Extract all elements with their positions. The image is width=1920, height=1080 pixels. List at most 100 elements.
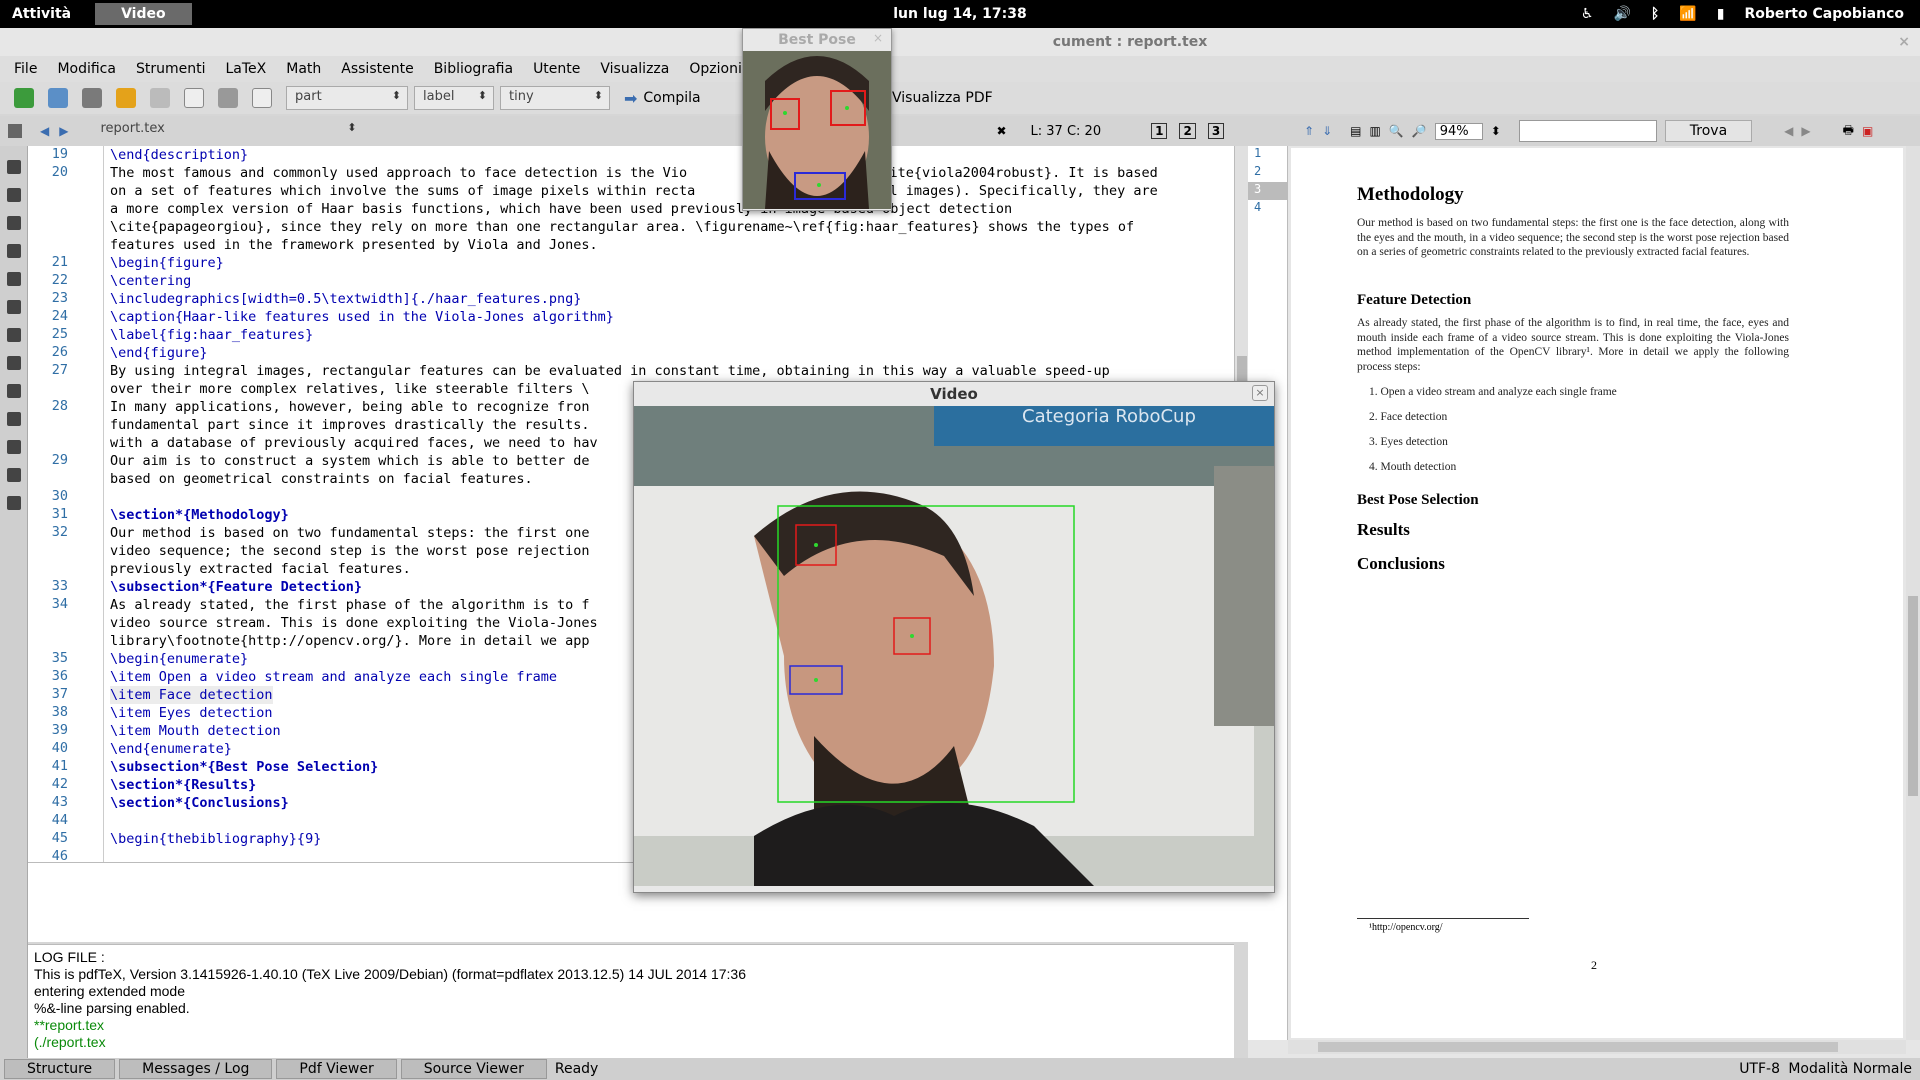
compile-button[interactable]: Compila <box>643 90 700 106</box>
menu-utente[interactable]: Utente <box>533 61 580 77</box>
code-line[interactable]: \subsection*{Best Pose Selection} <box>110 758 378 776</box>
activities-button[interactable]: Attività <box>0 6 87 22</box>
pdf-viewer[interactable]: 1 2 3 4 Methodology Our method is based … <box>1248 146 1920 1058</box>
zoom-field[interactable]: 94% <box>1434 122 1483 140</box>
code-line[interactable]: \item Face detection <box>110 686 273 704</box>
zoom-out-icon[interactable]: 🔎 <box>1412 124 1427 138</box>
menu-math[interactable]: Math <box>286 61 321 77</box>
view-pdf-button[interactable]: Visualizza PDF <box>892 90 993 106</box>
menu-opzioni[interactable]: Opzioni <box>689 61 741 77</box>
code-line[interactable]: By using integral images, rectangular fe… <box>110 362 1110 380</box>
code-line[interactable]: with a database of previously acquired f… <box>110 434 598 452</box>
code-line[interactable]: video sequence; the second step is the w… <box>110 542 590 560</box>
code-line[interactable]: \centering <box>110 272 191 290</box>
index-icon[interactable] <box>6 384 21 398</box>
tab-messages-log[interactable]: Messages / Log <box>119 1059 273 1079</box>
align-center-icon[interactable] <box>6 272 21 286</box>
tab-source-viewer[interactable]: Source Viewer <box>400 1059 547 1079</box>
code-line-tail[interactable]: egral images). Specifically, they are <box>857 182 1158 200</box>
tab-pdf-viewer[interactable]: Pdf Viewer <box>276 1059 397 1079</box>
pdf-prev-icon[interactable]: ◀ <box>1784 124 1793 138</box>
close-icon[interactable]: × <box>1252 385 1268 401</box>
code-line[interactable]: \caption{Haar-like features used in the … <box>110 308 614 326</box>
code-line[interactable]: \cite{papageorgiou}, since they rely on … <box>110 218 1134 236</box>
code-line[interactable]: \section*{Conclusions} <box>110 794 289 812</box>
menu-visualizza[interactable]: Visualizza <box>600 61 669 77</box>
log-panel[interactable]: LOG FILE : This is pdfTeX, Version 3.141… <box>28 944 1234 1058</box>
underline-icon[interactable] <box>6 216 21 230</box>
close-icon[interactable]: × <box>1898 28 1910 56</box>
pdf-scrollbar[interactable] <box>1906 146 1920 1040</box>
forward-icon[interactable]: ▶ <box>59 124 68 138</box>
accessibility-icon[interactable]: ♿ <box>1581 6 1594 22</box>
pdf-down-icon[interactable]: ⇓ <box>1322 124 1332 138</box>
redo-icon[interactable] <box>150 88 170 108</box>
battery-icon[interactable]: ▮ <box>1717 6 1725 22</box>
structure-combo[interactable]: part <box>286 86 408 110</box>
thumb-page-4[interactable]: 4 <box>1248 200 1287 218</box>
pdf-up-icon[interactable]: ⇑ <box>1304 124 1314 138</box>
menu-bibliografia[interactable]: Bibliografia <box>434 61 513 77</box>
open-file-icon[interactable] <box>48 88 68 108</box>
align-right-icon[interactable] <box>6 300 21 314</box>
menu-assistente[interactable]: Assistente <box>341 61 413 77</box>
app-menu[interactable]: Video <box>95 3 192 25</box>
code-line[interactable]: on a set of features which involve the s… <box>110 182 695 200</box>
back-icon[interactable]: ◀ <box>40 124 49 138</box>
code-line[interactable]: over their more complex relatives, like … <box>110 380 590 398</box>
label-combo[interactable]: label <box>414 86 494 110</box>
code-line[interactable]: video source stream. This is done exploi… <box>110 614 598 632</box>
pdf-pages-icon[interactable]: ▥ <box>1369 124 1380 138</box>
pdf-hscrollbar[interactable] <box>1288 1040 1906 1054</box>
user-menu[interactable]: Roberto Capobianco <box>1744 6 1904 22</box>
close-icon[interactable]: × <box>873 31 883 45</box>
save-icon[interactable] <box>82 88 102 108</box>
paste-icon[interactable] <box>252 88 272 108</box>
copy-icon[interactable] <box>184 88 204 108</box>
thumb-page-2[interactable]: 2 <box>1248 164 1287 182</box>
align-left-icon[interactable] <box>6 244 21 258</box>
code-line[interactable]: \item Mouth detection <box>110 722 281 740</box>
fraction-icon[interactable] <box>6 440 21 454</box>
menu-latex[interactable]: LaTeX <box>225 61 266 77</box>
thumb-page-1[interactable]: 1 <box>1248 146 1287 164</box>
code-line[interactable]: \item Eyes detection <box>110 704 273 722</box>
file-combo[interactable]: report.tex <box>92 119 363 143</box>
pdf-close-icon[interactable]: ▣ <box>1862 124 1873 138</box>
italic-icon[interactable] <box>6 188 21 202</box>
menu-modifica[interactable]: Modifica <box>57 61 116 77</box>
mode-indicator[interactable]: Modalità Normale <box>1788 1061 1912 1077</box>
structure-icon[interactable] <box>8 124 22 138</box>
code-line[interactable]: \includegraphics[width=0.5\textwidth]{./… <box>110 290 581 308</box>
menu-strumenti[interactable]: Strumenti <box>136 61 206 77</box>
bluetooth-icon[interactable]: ᛒ <box>1651 6 1659 22</box>
encoding-indicator[interactable]: UTF-8 <box>1739 1061 1780 1077</box>
zoom-in-icon[interactable]: 🔍 <box>1389 124 1404 138</box>
bookmark-2-icon[interactable]: 2 <box>1179 123 1196 139</box>
code-line-tail[interactable]: n \cite{viola2004robust}. It is based <box>857 164 1158 182</box>
newline-icon[interactable] <box>6 328 21 342</box>
bookmark-3-icon[interactable]: 3 <box>1207 123 1225 139</box>
expo-icon[interactable] <box>6 412 21 426</box>
code-line[interactable]: \end{description} <box>110 146 248 164</box>
code-line[interactable]: \section*{Results} <box>110 776 256 794</box>
undo-icon[interactable] <box>116 88 136 108</box>
code-line[interactable]: fundamental part since it improves drast… <box>110 416 590 434</box>
code-line[interactable]: based on geometrical constraints on faci… <box>110 470 533 488</box>
code-line[interactable]: \begin{thebibliography}{9} <box>110 830 321 848</box>
code-line[interactable]: Our method is based on two fundamental s… <box>110 524 590 542</box>
code-line[interactable]: \end{figure} <box>110 344 208 362</box>
code-line[interactable]: The most famous and commonly used approa… <box>110 164 687 182</box>
code-line[interactable]: \begin{figure} <box>110 254 224 272</box>
code-line[interactable]: previously extracted facial features. <box>110 560 411 578</box>
code-line[interactable]: \label{fig:haar_features} <box>110 326 313 344</box>
run-arrow-icon[interactable]: ➡ <box>624 89 637 108</box>
code-line[interactable]: features used in the framework presented… <box>110 236 598 254</box>
volume-icon[interactable]: 🔊 <box>1613 6 1630 22</box>
find-input[interactable] <box>1518 120 1657 142</box>
bookmark-1-icon[interactable]: 1 <box>1151 123 1168 139</box>
math-icon[interactable] <box>6 356 21 370</box>
menu-file[interactable]: File <box>14 61 37 77</box>
code-line[interactable]: Our aim is to construct a system which i… <box>110 452 590 470</box>
code-line[interactable]: \section*{Methodology} <box>110 506 289 524</box>
